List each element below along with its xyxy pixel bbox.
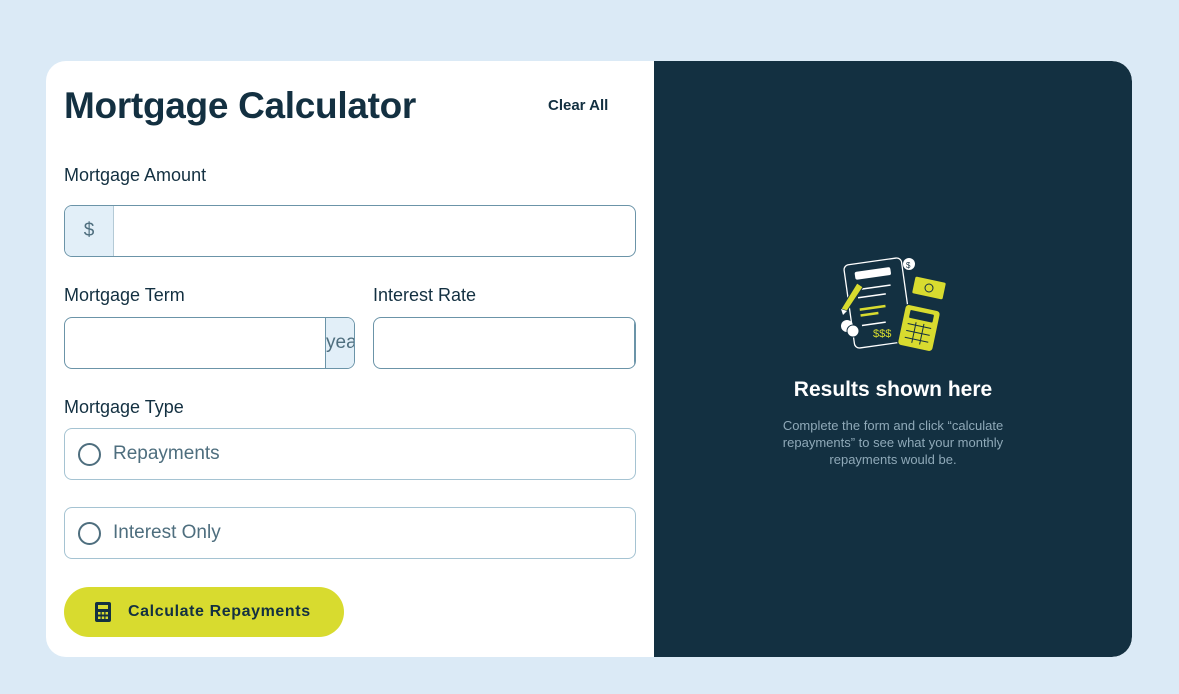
svg-text:$: $ <box>906 261 911 270</box>
form-panel: Mortgage Calculator Clear All Mortgage A… <box>46 61 654 657</box>
results-title: Results shown here <box>793 378 993 401</box>
radio-label-repayments: Repayments <box>113 443 220 464</box>
mortgage-term-field: years <box>64 317 355 369</box>
empty-results-illustration: $$$ $ <box>837 249 952 354</box>
results-panel: $$$ $ Results shown here Complete the fo… <box>654 61 1132 657</box>
radio-option-interest-only[interactable]: Interest Only <box>64 507 636 559</box>
calculate-repayments-label: Calculate Repayments <box>128 603 311 620</box>
radio-button-icon[interactable] <box>78 521 101 545</box>
radio-button-icon[interactable] <box>78 442 101 466</box>
years-suffix: years <box>325 318 354 368</box>
svg-text:$$$: $$$ <box>873 328 891 340</box>
mortgage-term-label: Mortgage Term <box>64 285 185 305</box>
mortgage-term-input[interactable] <box>65 318 325 368</box>
calculator-icon <box>94 602 112 622</box>
clear-all-button[interactable]: Clear All <box>548 97 608 114</box>
interest-rate-input[interactable] <box>374 318 634 368</box>
mortgage-calculator-card: Mortgage Calculator Clear All Mortgage A… <box>46 61 1132 657</box>
radio-option-repayments[interactable]: Repayments <box>64 428 636 480</box>
mortgage-amount-field: $ <box>64 205 636 257</box>
currency-prefix: $ <box>65 206 114 256</box>
percent-suffix: % <box>634 318 635 368</box>
radio-label-interest-only: Interest Only <box>113 522 221 543</box>
mortgage-amount-label: Mortgage Amount <box>64 165 207 185</box>
mortgage-type-label: Mortgage Type <box>64 397 184 417</box>
mortgage-amount-input[interactable] <box>114 206 635 256</box>
results-description: Complete the form and click “calculate r… <box>782 418 1004 467</box>
interest-rate-field: % <box>373 317 636 369</box>
calculate-repayments-button[interactable]: Calculate Repayments <box>64 587 344 637</box>
interest-rate-label: Interest Rate <box>373 285 477 305</box>
page-title: Mortgage Calculator <box>64 85 417 126</box>
